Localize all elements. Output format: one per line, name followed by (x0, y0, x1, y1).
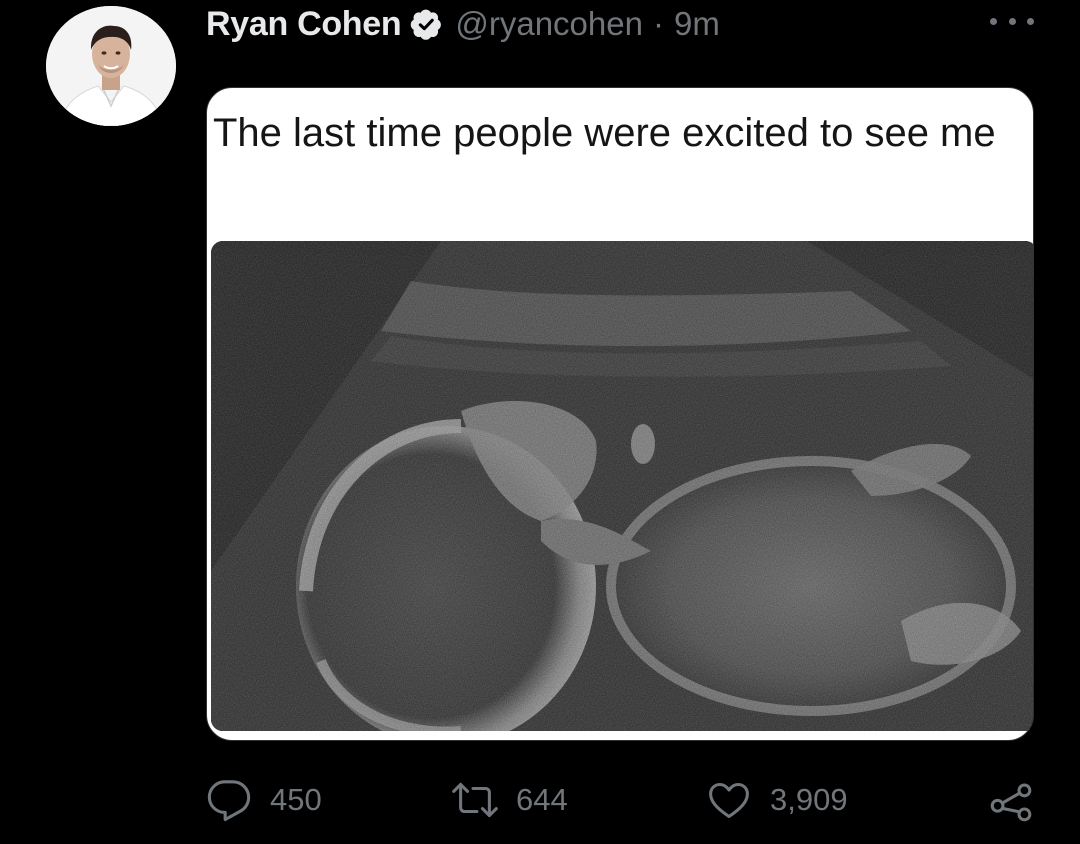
like-button[interactable]: 3,909 (706, 776, 848, 824)
tweet[interactable]: Ryan Cohen @ryancohen · 9m The last time… (0, 0, 1080, 844)
more-icon[interactable] (990, 6, 1034, 36)
meme-caption: The last time people were excited to see… (213, 111, 996, 155)
display-name[interactable]: Ryan Cohen (206, 5, 402, 44)
like-icon (709, 782, 749, 819)
more-dot (1008, 17, 1016, 25)
verified-badge-icon (411, 9, 442, 40)
share-icon (990, 783, 1032, 822)
reply-icon (207, 780, 251, 822)
ultrasound-image (211, 241, 1033, 731)
like-count: 3,909 (770, 782, 848, 817)
separator-dot: · (652, 5, 664, 42)
tweet-media[interactable]: The last time people were excited to see… (206, 87, 1034, 741)
action-bar: 450 644 3,909 (206, 776, 1036, 824)
timestamp[interactable]: 9m (674, 5, 720, 43)
retweet-button[interactable]: 644 (452, 776, 568, 824)
more-dot (1027, 17, 1034, 25)
tweet-header: Ryan Cohen @ryancohen · 9m (206, 0, 720, 48)
handle[interactable]: @ryancohen (455, 5, 643, 43)
reply-button[interactable]: 450 (206, 776, 322, 824)
avatar[interactable] (46, 6, 176, 126)
more-dot (990, 17, 997, 25)
retweet-icon (452, 782, 498, 818)
reply-count: 450 (270, 782, 322, 817)
share-button[interactable] (988, 776, 1052, 824)
retweet-count: 644 (516, 782, 568, 817)
